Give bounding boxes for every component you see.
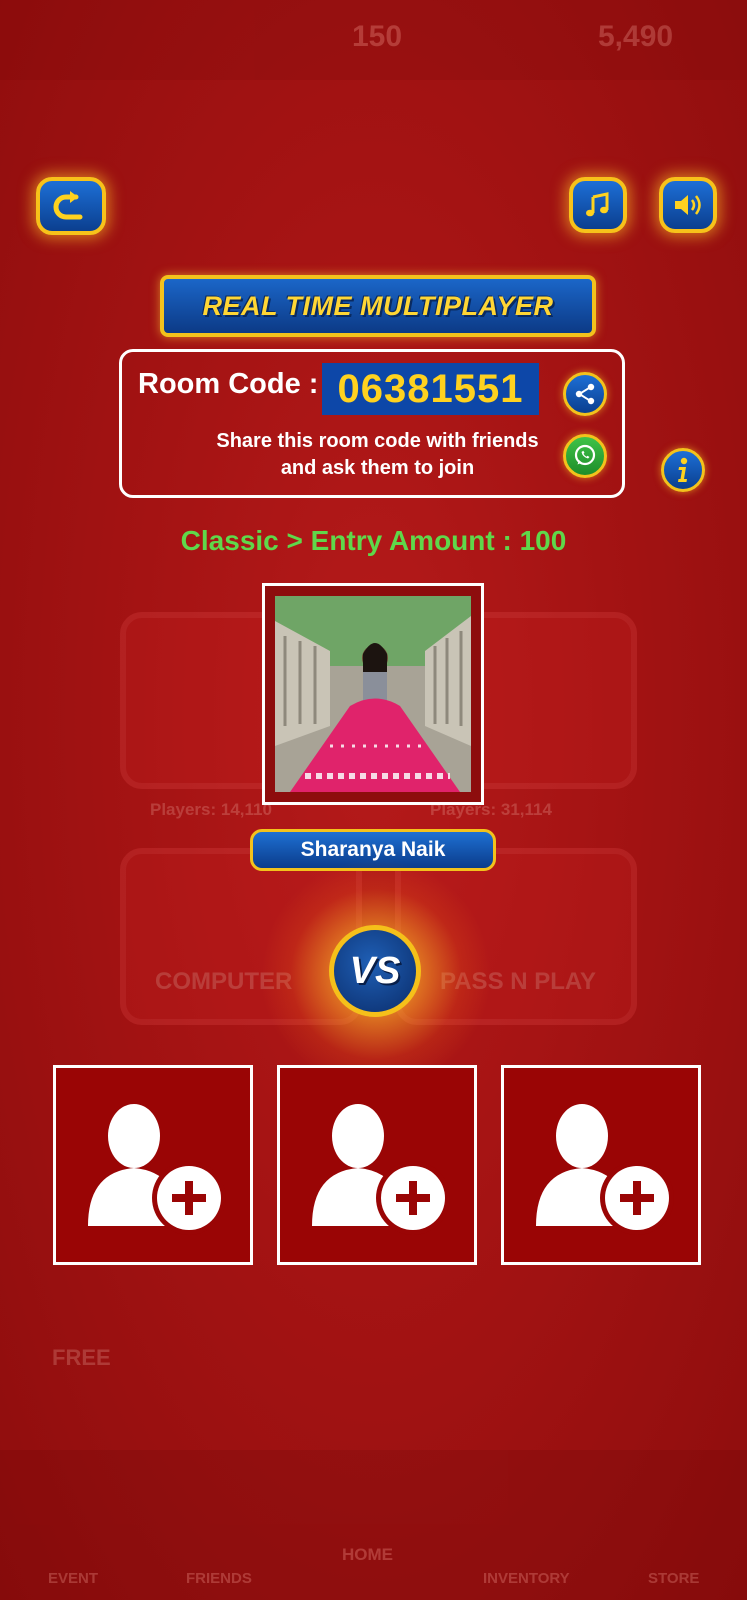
add-user-icon — [88, 1104, 226, 1235]
background-top-bar — [0, 0, 747, 80]
room-code-value-box: 06381551 — [322, 363, 539, 415]
info-button[interactable] — [661, 448, 705, 492]
nav-inventory: INVENTORY — [483, 1570, 570, 1587]
share-button[interactable] — [563, 372, 607, 416]
players-online-count: Players: 14,110 — [150, 800, 272, 819]
title-banner: REAL TIME MULTIPLAYER — [160, 275, 596, 337]
invite-player-slot-2[interactable] — [277, 1065, 477, 1265]
spin-next-timer: Next 00:55:05 — [626, 1448, 704, 1462]
back-button[interactable] — [36, 177, 106, 235]
vs-badge: VS — [329, 925, 421, 1017]
whatsapp-button[interactable] — [563, 434, 607, 478]
invite-player-slot-3[interactable] — [501, 1065, 701, 1265]
player-avatar — [275, 596, 471, 792]
game-mode-entry-amount: Classic > Entry Amount : 100 — [180, 525, 567, 556]
share-icon — [575, 383, 595, 405]
info-icon — [678, 457, 688, 482]
room-code-label: Room Code : — [138, 368, 319, 400]
whatsapp-icon — [574, 444, 596, 466]
nav-event: EVENT — [48, 1570, 99, 1587]
sound-button[interactable] — [659, 177, 717, 233]
page-title: REAL TIME MULTIPLAYER — [202, 290, 554, 321]
background-bottom-nav — [0, 1450, 747, 1600]
share-instructions: Share this room code with friends and as… — [190, 428, 565, 482]
add-user-icon — [312, 1104, 450, 1235]
vs-label: VS — [349, 949, 401, 992]
music-button[interactable] — [569, 177, 627, 233]
nav-store: STORE — [648, 1570, 700, 1587]
speaker-icon — [675, 195, 701, 215]
player-photo-illustration — [275, 596, 471, 792]
add-user-icon — [536, 1104, 674, 1235]
gems-count: 150 — [352, 20, 403, 53]
back-arrow-icon — [53, 191, 83, 220]
share-instructions-line2: and ask them to join — [280, 457, 475, 479]
free-label: FREE — [52, 1345, 111, 1370]
nav-friends: FRIENDS — [186, 1570, 252, 1587]
nav-home: HOME — [342, 1545, 393, 1564]
music-note-icon — [586, 192, 609, 217]
coins-count: 5,490 — [598, 20, 674, 53]
share-instructions-line1: Share this room code with friends — [216, 430, 539, 452]
player-avatar-frame — [262, 583, 484, 805]
invite-player-slot-1[interactable] — [53, 1065, 253, 1265]
room-code-value: 06381551 — [337, 366, 524, 411]
